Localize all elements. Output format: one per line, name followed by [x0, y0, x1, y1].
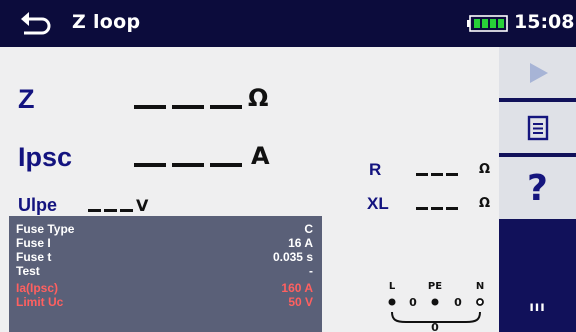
- play-icon: [529, 62, 548, 83]
- r-value-dash: [416, 173, 428, 176]
- voltage-l-n: 0: [431, 321, 439, 332]
- param-row-fuse-type[interactable]: Fuse Type C: [9, 222, 322, 236]
- xl-value-dash: [446, 207, 458, 210]
- param-row-test[interactable]: Test -: [9, 264, 322, 278]
- terminal-pe-dot: [431, 298, 439, 306]
- z-label: Z: [18, 84, 35, 114]
- z-value-dash: [172, 105, 204, 109]
- terminal-n-label: N: [476, 281, 484, 292]
- param-label: Fuse t: [16, 250, 52, 264]
- clock: 15:08: [514, 11, 575, 33]
- terminal-n-dot: [476, 298, 484, 306]
- z-value-dash: [134, 105, 166, 109]
- help-label: ?: [527, 167, 548, 209]
- r-unit: Ω: [479, 162, 491, 177]
- xl-label: XL: [367, 194, 389, 213]
- z-unit: Ω: [248, 84, 269, 112]
- run-button[interactable]: [499, 47, 576, 100]
- param-row-fuse-t[interactable]: Fuse t 0.035 s: [9, 250, 322, 264]
- voltage-l-pe: 0: [409, 296, 417, 309]
- ipsc-label: Ipsc: [18, 142, 73, 172]
- r-label: R: [369, 160, 382, 179]
- battery-icon: [467, 15, 508, 32]
- back-arrow-icon[interactable]: [18, 8, 54, 38]
- xl-unit: Ω: [479, 196, 491, 211]
- param-value: -: [309, 264, 313, 278]
- parameter-panel[interactable]: Fuse Type C Fuse I 16 A Fuse t 0.035 s T…: [9, 216, 322, 332]
- ulpe-unit: V: [136, 196, 149, 215]
- more-options-button[interactable]: ııı: [499, 283, 576, 332]
- ipsc-value-dash: [210, 163, 242, 167]
- help-button[interactable]: ?: [499, 157, 576, 219]
- param-label: Ia(Ipsc): [16, 281, 59, 295]
- param-row-ia-ipsc[interactable]: Ia(Ipsc) 160 A: [9, 281, 322, 295]
- title-bar: Z loop 15:08: [0, 0, 576, 47]
- terminal-l-label: L: [389, 281, 396, 292]
- param-value: 160 A: [281, 281, 313, 295]
- results-list-button[interactable]: [499, 102, 576, 155]
- more-options-label: ııı: [529, 300, 546, 315]
- ulpe-value-dash: [88, 209, 101, 212]
- param-label: Test: [16, 264, 40, 278]
- ulpe-value-dash: [120, 209, 133, 212]
- ipsc-value-dash: [134, 163, 166, 167]
- ipsc-value-dash: [172, 163, 204, 167]
- r-value-dash: [431, 173, 443, 176]
- z-loop-screen: Z loop 15:08 Z Ω Ipsc A Ulpe V R Ω XL Ω …: [0, 0, 576, 332]
- param-row-fuse-i[interactable]: Fuse I 16 A: [9, 236, 322, 250]
- param-value: C: [304, 222, 313, 236]
- list-icon: [527, 115, 548, 140]
- param-label: Fuse Type: [16, 222, 75, 236]
- terminal-l-dot: [388, 298, 396, 306]
- param-label: Fuse I: [16, 236, 51, 250]
- page-title: Z loop: [72, 11, 141, 33]
- ulpe-label: Ulpe: [18, 195, 58, 215]
- voltage-pe-n: 0: [454, 296, 462, 309]
- z-value-dash: [210, 105, 242, 109]
- xl-value-dash: [431, 207, 443, 210]
- param-value: 0.035 s: [272, 250, 313, 264]
- xl-value-dash: [416, 207, 428, 210]
- param-value: 50 V: [288, 295, 313, 309]
- ipsc-unit: A: [251, 142, 270, 170]
- param-row-limit-uc[interactable]: Limit Uc 50 V: [9, 295, 322, 309]
- ulpe-value-dash: [104, 209, 117, 212]
- param-label: Limit Uc: [16, 295, 64, 309]
- r-value-dash: [446, 173, 458, 176]
- terminal-voltage-diagram: L PE N 0 0 0: [388, 281, 484, 332]
- param-value: 16 A: [288, 236, 313, 250]
- terminal-pe-label: PE: [428, 281, 442, 292]
